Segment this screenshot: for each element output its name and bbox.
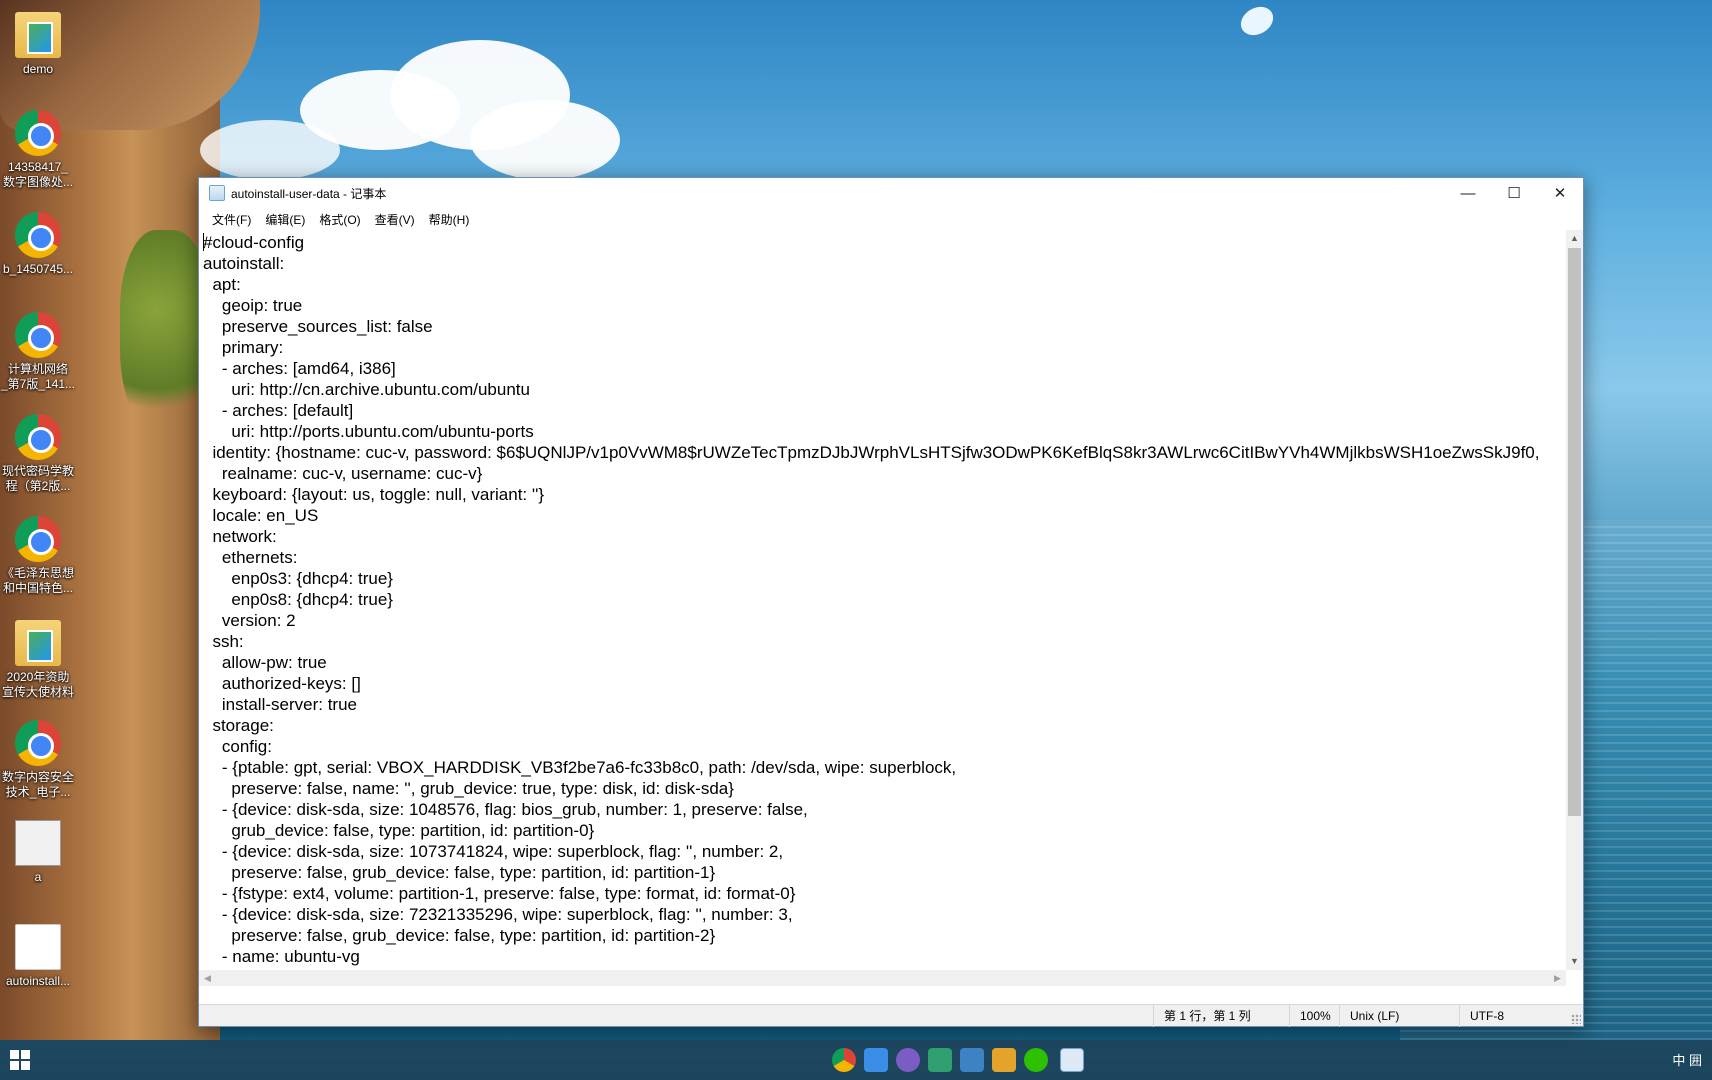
wallpaper-foliage xyxy=(120,230,210,430)
close-button[interactable]: ✕ xyxy=(1537,178,1583,208)
desktop-icon-label: demo xyxy=(22,62,54,76)
desktop-icon-label: b_1450745... xyxy=(2,262,74,276)
notepad-icon xyxy=(209,185,225,201)
window-title: autoinstall-user-data - 记事本 xyxy=(231,186,387,201)
taskbar-virtualbox-icon[interactable] xyxy=(960,1048,984,1072)
desktop-icon[interactable]: autoinstall... xyxy=(0,924,76,989)
menu-format[interactable]: 格式(O) xyxy=(312,209,367,230)
chrome-icon xyxy=(15,110,61,156)
desktop-icon-label: 2020年资助 宣传大使材料 xyxy=(1,670,74,699)
desktop-icon[interactable]: 2020年资助 宣传大使材料 xyxy=(0,620,76,700)
menu-bar: 文件(F) 编辑(E) 格式(O) 查看(V) 帮助(H) xyxy=(199,208,1583,230)
taskbar-app-icon[interactable] xyxy=(864,1048,888,1072)
folder-icon xyxy=(15,12,61,58)
taskbar-app-icon[interactable] xyxy=(896,1048,920,1072)
status-zoom: 100% xyxy=(1289,1005,1339,1027)
notepad-window: autoinstall-user-data - 记事本 — ☐ ✕ 文件(F) … xyxy=(198,177,1584,1027)
file-icon xyxy=(15,924,61,970)
desktop-icon-label: 数字内容安全 技术_电子... xyxy=(1,770,74,799)
taskbar-app-icon[interactable] xyxy=(992,1048,1016,1072)
status-cursor-position: 第 1 行，第 1 列 xyxy=(1153,1005,1289,1027)
scroll-right-arrow-icon[interactable]: ▶ xyxy=(1549,970,1566,986)
resize-grip-icon[interactable] xyxy=(1571,1014,1581,1024)
chrome-icon xyxy=(15,414,61,460)
desktop-icon[interactable]: a xyxy=(0,820,76,885)
folder-icon xyxy=(15,620,61,666)
taskbar-chrome-icon[interactable] xyxy=(832,1048,856,1072)
desktop-icon[interactable]: 《毛泽东思想 和中国特色... xyxy=(0,516,76,596)
desktop-icon[interactable]: 14358417_ 数字图像处... xyxy=(0,110,76,190)
windows-start-icon[interactable] xyxy=(10,1050,30,1070)
status-encoding: UTF-8 xyxy=(1459,1005,1583,1027)
taskbar-wechat-icon[interactable] xyxy=(1024,1048,1048,1072)
taskbar-app-icon[interactable] xyxy=(928,1048,952,1072)
desktop-icon[interactable]: b_1450745... xyxy=(0,212,76,277)
menu-file[interactable]: 文件(F) xyxy=(205,209,258,230)
scroll-left-arrow-icon[interactable]: ◀ xyxy=(199,970,216,986)
horizontal-scrollbar[interactable]: ◀ ▶ xyxy=(199,970,1566,986)
input-method-indicator[interactable]: 中 囲 xyxy=(1672,1050,1702,1069)
menu-view[interactable]: 查看(V) xyxy=(368,209,422,230)
taskbar-notepad-icon[interactable] xyxy=(1060,1048,1084,1072)
text-cursor xyxy=(203,233,204,251)
wallpaper-comet xyxy=(1235,1,1279,41)
scroll-down-arrow-icon[interactable]: ▼ xyxy=(1566,953,1583,970)
desktop-icon-label: 《毛泽东思想 和中国特色... xyxy=(1,566,74,595)
chrome-icon xyxy=(15,212,61,258)
desktop-icon-label: 14358417_ 数字图像处... xyxy=(2,160,73,189)
chrome-icon xyxy=(15,312,61,358)
vertical-scrollbar[interactable]: ▲ ▼ xyxy=(1566,230,1583,970)
text-editor[interactable]: #cloud-config autoinstall: apt: geoip: t… xyxy=(203,230,1565,970)
desktop-icon-label: autoinstall... xyxy=(5,974,71,988)
desktop-icon-label: 现代密码学教 程（第2版... xyxy=(1,464,74,493)
chrome-icon xyxy=(15,720,61,766)
editor-area: #cloud-config autoinstall: apt: geoip: t… xyxy=(199,230,1583,986)
status-bar: 第 1 行，第 1 列 100% Unix (LF) UTF-8 xyxy=(199,1004,1583,1027)
chrome-icon xyxy=(15,516,61,562)
status-line-ending: Unix (LF) xyxy=(1339,1005,1459,1027)
title-bar[interactable]: autoinstall-user-data - 记事本 — ☐ ✕ xyxy=(199,178,1583,208)
desktop-icon[interactable]: 数字内容安全 技术_电子... xyxy=(0,720,76,800)
menu-help[interactable]: 帮助(H) xyxy=(422,209,477,230)
menu-edit[interactable]: 编辑(E) xyxy=(258,209,312,230)
desktop-icon-label: a xyxy=(34,870,42,884)
desktop-icon-label: 计算机网络 _第7版_141... xyxy=(0,362,76,391)
desktop-icon[interactable]: 现代密码学教 程（第2版... xyxy=(0,414,76,494)
wallpaper-cloud xyxy=(470,100,620,180)
minimize-button[interactable]: — xyxy=(1445,178,1491,208)
taskbar: 中 囲 xyxy=(0,1040,1712,1080)
maximize-button[interactable]: ☐ xyxy=(1491,178,1537,208)
document-icon xyxy=(15,820,61,866)
vertical-scroll-thumb[interactable] xyxy=(1568,248,1581,816)
desktop-icon[interactable]: 计算机网络 _第7版_141... xyxy=(0,312,76,392)
scroll-up-arrow-icon[interactable]: ▲ xyxy=(1566,230,1583,247)
desktop-icon[interactable]: demo xyxy=(0,12,76,77)
